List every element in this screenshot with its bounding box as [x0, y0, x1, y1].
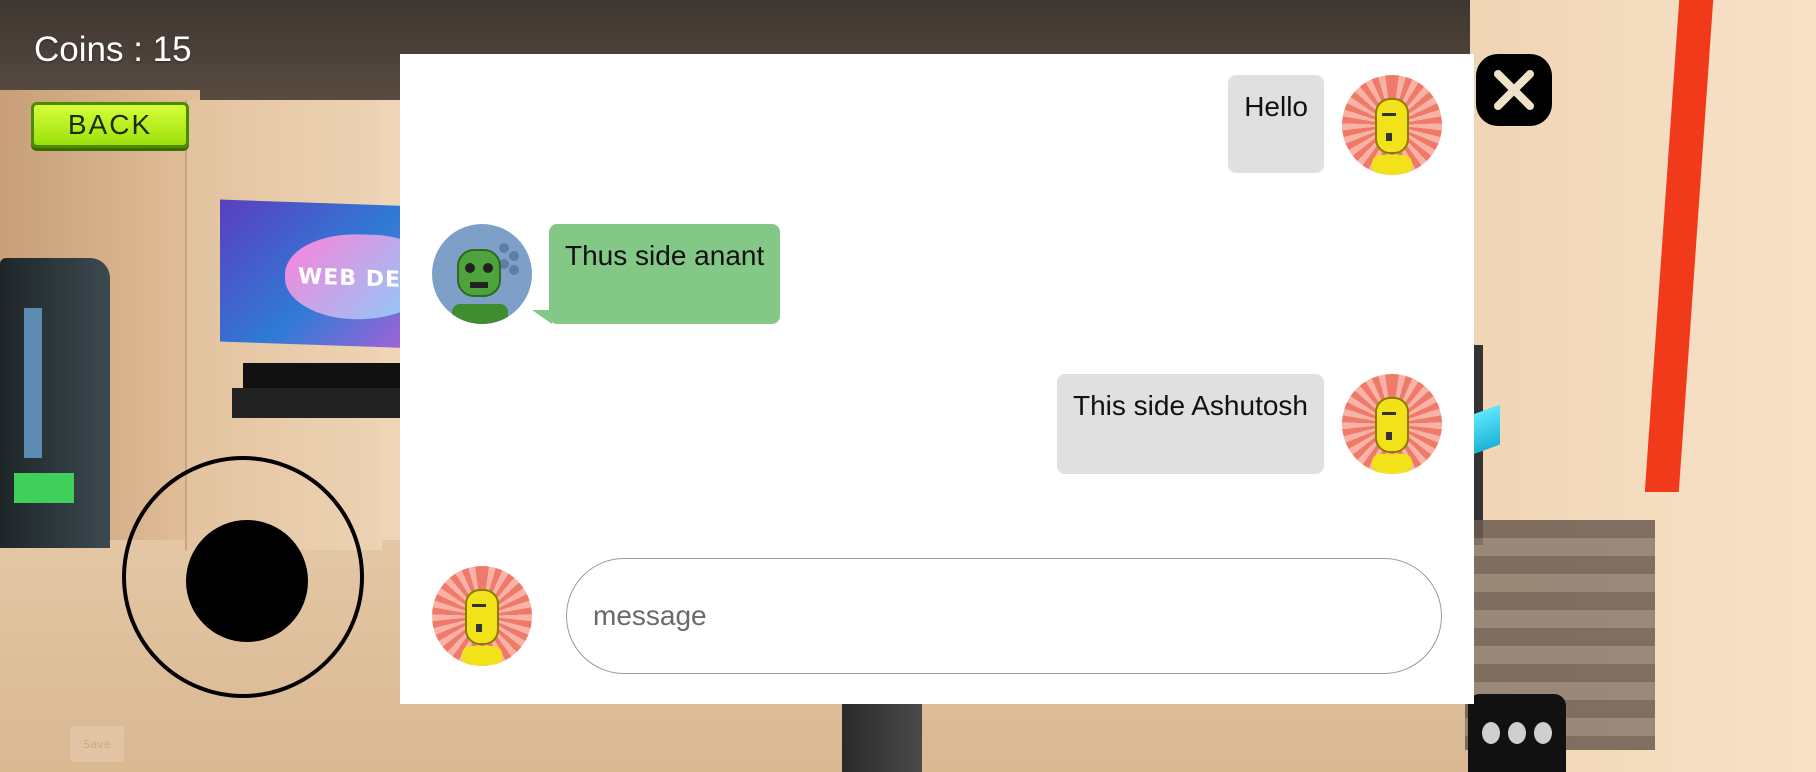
back-button[interactable]: BACK — [31, 102, 189, 148]
joystick-knob[interactable] — [186, 520, 308, 642]
robot-avatar-icon — [1372, 397, 1412, 474]
robot-avatar-icon — [462, 589, 502, 666]
chat-panel: Hello Thus side anant This side Ashutosh… — [400, 54, 1474, 704]
chat-message-outgoing: This side Ashutosh — [400, 374, 1474, 484]
screen-text: WEB DE — [298, 264, 402, 293]
save-button[interactable]: Save — [70, 726, 124, 762]
virtual-joystick[interactable] — [122, 456, 364, 698]
user-avatar — [1342, 374, 1442, 474]
close-icon — [1494, 70, 1534, 110]
coins-counter: Coins : 15 — [34, 30, 192, 69]
arcade-machine — [0, 258, 110, 548]
wall-screen: WEB DE — [220, 199, 435, 349]
message-bubble: This side Ashutosh — [1056, 374, 1324, 474]
close-chat-button[interactable] — [1476, 54, 1552, 126]
more-dots-icon — [1534, 722, 1552, 744]
more-dots-icon — [1482, 722, 1500, 744]
bubble-tail — [1304, 460, 1324, 474]
chat-message-incoming: Thus side anant — [400, 224, 1474, 334]
message-bubble: Thus side anant — [549, 224, 781, 324]
bubble-tail — [1304, 157, 1324, 171]
player-character — [842, 700, 922, 772]
robot-avatar-icon — [1372, 98, 1412, 175]
message-input-container[interactable] — [566, 558, 1442, 674]
composer-avatar — [432, 566, 532, 666]
machine-light — [14, 473, 74, 503]
more-dots-icon — [1508, 722, 1526, 744]
user-avatar — [1342, 75, 1442, 175]
more-button[interactable] — [1468, 694, 1566, 772]
chat-message-outgoing: Hello — [400, 54, 1474, 184]
screen-base — [232, 388, 412, 418]
machine-panel — [24, 308, 42, 458]
contact-avatar — [432, 224, 532, 324]
message-input[interactable] — [591, 589, 1395, 643]
bubble-tail — [532, 310, 552, 324]
screen-stand — [243, 363, 403, 389]
green-robot-avatar-icon — [452, 243, 519, 324]
